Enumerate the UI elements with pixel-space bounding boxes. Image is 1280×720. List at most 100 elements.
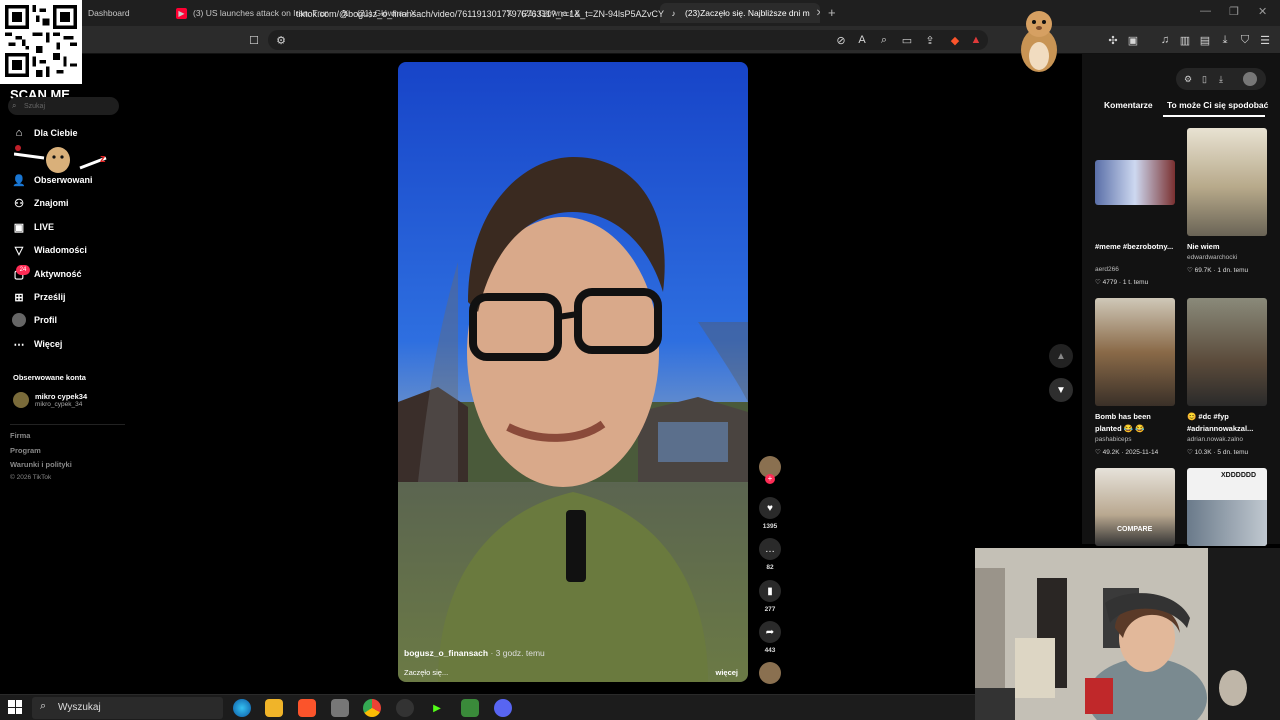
user-avatar[interactable] bbox=[1243, 72, 1257, 86]
download-icon[interactable]: ⤓ bbox=[1219, 74, 1223, 85]
footer-link-terms[interactable]: Warunki i polityki bbox=[10, 460, 72, 469]
media-icon[interactable]: ♫ bbox=[1158, 33, 1172, 47]
url-text[interactable]: tiktok.com/@bogusz_o_finansach/video/761… bbox=[296, 9, 664, 19]
app-icon[interactable] bbox=[331, 699, 349, 717]
extensions-icon[interactable]: ✣ bbox=[1106, 33, 1120, 47]
webcam-frame bbox=[975, 548, 1280, 720]
share-count: 443 bbox=[764, 647, 776, 654]
follow-plus-icon[interactable]: + bbox=[765, 474, 775, 484]
sidebar-item-label: Znajomi bbox=[34, 198, 69, 208]
qr-code bbox=[0, 0, 82, 84]
settings-icon[interactable]: ⚙ bbox=[1184, 74, 1192, 85]
sidebar-item-upload[interactable]: ⊞ Prześlij bbox=[12, 289, 65, 305]
tab-recommended[interactable]: To może Ci się spodobać bbox=[1167, 100, 1268, 110]
like-button[interactable]: ♥ 1395 bbox=[757, 497, 783, 530]
card-title[interactable]: 😊 #dc #fyp #adriannowakzal... bbox=[1187, 411, 1267, 435]
new-tab-button[interactable]: + bbox=[828, 5, 836, 20]
reader-mode-icon[interactable]: ⊘ bbox=[834, 33, 848, 47]
qr-code-pattern bbox=[5, 5, 77, 77]
search-input[interactable]: Szukaj bbox=[8, 97, 119, 115]
sidebar-item-for-you[interactable]: ⌂ Dla Ciebie bbox=[12, 125, 78, 141]
svg-text:z: z bbox=[100, 153, 106, 165]
windows-start-icon[interactable] bbox=[8, 700, 22, 714]
sound-button[interactable] bbox=[757, 662, 783, 684]
video-frame bbox=[398, 157, 748, 682]
share-icon[interactable]: ⇪ bbox=[923, 33, 937, 47]
card-age: 5 dn. temu bbox=[1217, 449, 1249, 456]
card-user[interactable]: adrian.nowak.zalno bbox=[1187, 436, 1243, 443]
avatar bbox=[13, 392, 29, 408]
brave-icon[interactable] bbox=[298, 699, 316, 717]
close-window-button[interactable]: ✕ bbox=[1258, 5, 1267, 18]
sidebar-item-friends[interactable]: ⚇ Znajomi bbox=[12, 195, 69, 211]
taskbar-search[interactable]: Wyszukaj bbox=[32, 697, 223, 719]
sidebar-divider bbox=[10, 424, 125, 425]
tab-comments[interactable]: Komentarze bbox=[1104, 100, 1153, 110]
card-title[interactable]: Bomb has been planted 😂 😂 bbox=[1095, 411, 1175, 435]
close-tab-icon[interactable]: ✕ bbox=[816, 8, 820, 19]
card-user[interactable]: pashabiceps bbox=[1095, 436, 1132, 443]
share-button[interactable]: ➦ 443 bbox=[757, 621, 783, 654]
followed-account[interactable]: mikro cypek34 mikro_cypek_34 bbox=[13, 392, 87, 408]
video-thumbnail[interactable]: COMPARE bbox=[1095, 468, 1175, 546]
menu-icon[interactable]: ☰ bbox=[1258, 33, 1272, 47]
restore-button[interactable]: ❐ bbox=[1229, 5, 1239, 18]
brave-shield-icon[interactable]: ◆ bbox=[948, 33, 962, 47]
sidebar-icon[interactable]: ▥ bbox=[1178, 33, 1192, 47]
sidebar-item-label: Profil bbox=[34, 315, 58, 325]
kick-icon[interactable]: ▶ bbox=[428, 699, 446, 717]
footer-link-program[interactable]: Program bbox=[10, 446, 41, 455]
video-author[interactable]: bogusz_o_finansach · 3 godz. temu bbox=[404, 648, 545, 658]
minimize-button[interactable]: — bbox=[1200, 5, 1211, 17]
wallet-icon[interactable]: ▤ bbox=[1198, 33, 1212, 47]
taskbar: Wyszukaj ⌕ ▶ bbox=[0, 694, 975, 720]
author-avatar-button[interactable]: + bbox=[757, 456, 783, 484]
zoom-icon[interactable]: ⌕ bbox=[877, 33, 891, 47]
sidebar-item-live[interactable]: ▣ LIVE bbox=[12, 219, 54, 235]
save-button[interactable]: ▮ 277 bbox=[757, 580, 783, 613]
tab-tiktok-active[interactable]: ♪ (23)Zaczęło się. Najbliższe dni m ✕ bbox=[660, 3, 820, 23]
sidebar-item-label: Obserwowani bbox=[34, 175, 93, 185]
bookmark-icon[interactable]: ☐ bbox=[247, 33, 261, 47]
video-thumbnail[interactable] bbox=[1095, 160, 1175, 205]
tab-dashboard[interactable]: Dashboard bbox=[80, 3, 170, 23]
discord-icon[interactable] bbox=[494, 699, 512, 717]
profile-icon bbox=[12, 313, 26, 327]
sidebar-item-messages[interactable]: ▽ Wiadomości bbox=[12, 242, 87, 258]
card-user[interactable]: edwardwarchocki bbox=[1187, 254, 1237, 261]
video-thumbnail[interactable] bbox=[1095, 298, 1175, 406]
video-thumbnail[interactable] bbox=[1187, 298, 1267, 406]
rewards-icon[interactable]: ▲ bbox=[969, 33, 983, 47]
taskbar-search-placeholder: Wyszukaj bbox=[58, 702, 101, 713]
device-icon[interactable]: ▯ bbox=[1202, 74, 1207, 85]
translate-icon[interactable]: A bbox=[855, 33, 869, 47]
screenshot-icon[interactable]: ▣ bbox=[1126, 33, 1140, 47]
sidebar-item-following[interactable]: 👤 Obserwowani bbox=[12, 172, 93, 188]
footer-link-company[interactable]: Firma bbox=[10, 431, 30, 440]
file-explorer-icon[interactable] bbox=[265, 699, 283, 717]
card-user[interactable]: aerd266 bbox=[1095, 266, 1119, 273]
video-thumbnail[interactable] bbox=[1187, 128, 1267, 236]
previous-video-button[interactable]: ▲ bbox=[1049, 344, 1073, 368]
chrome-icon[interactable] bbox=[363, 699, 381, 717]
app-icon-2[interactable] bbox=[461, 699, 479, 717]
sidebar-item-more[interactable]: ⋯ Więcej bbox=[12, 336, 63, 352]
card-title[interactable]: #meme #bezrobotny... bbox=[1095, 241, 1175, 253]
next-video-button[interactable]: ▼ bbox=[1049, 378, 1073, 402]
youtube-icon: ▶ bbox=[176, 7, 187, 19]
more-caption-button[interactable]: więcej bbox=[715, 668, 738, 677]
pip-icon[interactable]: ▭ bbox=[900, 33, 914, 47]
downloads-icon[interactable]: ⤓ bbox=[1218, 33, 1232, 47]
video-thumbnail[interactable]: XDDDDDD bbox=[1187, 468, 1267, 546]
obs-icon[interactable] bbox=[396, 699, 414, 717]
more-icon: ⋯ bbox=[13, 338, 25, 351]
thumb-text: XDDDDDD bbox=[1221, 472, 1256, 479]
card-title[interactable]: Nie wiem bbox=[1187, 241, 1267, 253]
site-settings-icon[interactable]: ⚙ bbox=[274, 33, 288, 47]
comment-button[interactable]: … 82 bbox=[757, 538, 783, 571]
video-player[interactable]: bogusz_o_finansach · 3 godz. temu Zaczęł… bbox=[398, 62, 748, 682]
sidebar-item-profile[interactable]: Profil bbox=[12, 312, 57, 328]
screen: Dashboard ▶ (3) US launches attack on Ir… bbox=[0, 0, 1280, 720]
vpn-icon[interactable]: ⛉ bbox=[1238, 33, 1252, 47]
edge-icon[interactable] bbox=[233, 699, 251, 717]
